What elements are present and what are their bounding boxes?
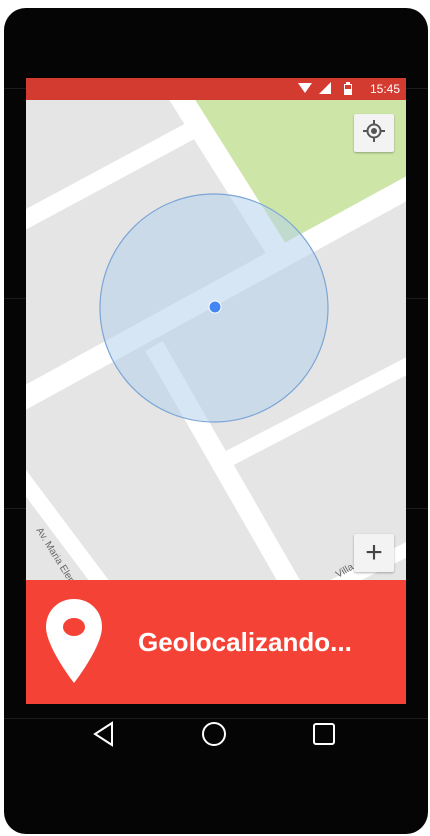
app-screen: 15:45 Av. Maria Elena Villa Gale (26, 78, 406, 704)
my-location-icon (363, 119, 385, 147)
geolocation-banner: Geolocalizando... (26, 580, 406, 704)
signal-icon (319, 82, 331, 97)
map-canvas: Av. Maria Elena Villa Gale (26, 100, 406, 580)
zoom-in-button[interactable]: + (354, 534, 394, 572)
navigation-bar (26, 704, 406, 764)
map-pin-icon (44, 597, 104, 687)
home-icon (201, 721, 227, 752)
battery-icon (344, 82, 352, 98)
status-time: 15:45 (369, 82, 400, 96)
zoom-in-label: + (365, 536, 383, 569)
recents-button[interactable] (304, 716, 344, 756)
my-location-button[interactable] (354, 114, 394, 152)
home-button[interactable] (194, 716, 234, 756)
back-icon (92, 720, 116, 752)
status-bar: 15:45 (26, 78, 406, 100)
recents-icon (312, 722, 336, 751)
geolocating-message: Geolocalizando... (138, 626, 352, 657)
location-dot (208, 300, 222, 314)
back-button[interactable] (84, 716, 124, 756)
map-view[interactable]: Av. Maria Elena Villa Gale + (26, 100, 406, 580)
wifi-icon (298, 82, 312, 97)
